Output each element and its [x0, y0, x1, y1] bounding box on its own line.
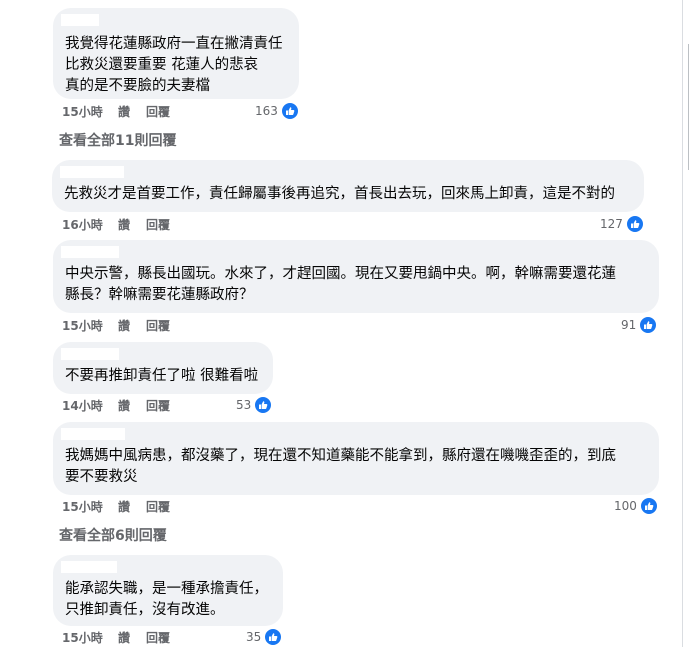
comment-text: 先救災才是首要工作，責任歸屬事後再追究，首長出去玩，回來馬上卸責，這是不對的: [64, 186, 615, 202]
timestamp[interactable]: 15小時: [62, 499, 103, 515]
timestamp[interactable]: 14小時: [62, 398, 103, 414]
timestamp[interactable]: 15小時: [62, 104, 103, 120]
like-thumb-icon: [625, 215, 644, 233]
comment-text: 不要再推卸責任了啦 很難看啦: [65, 368, 259, 384]
commenter-name-redacted[interactable]: [61, 428, 125, 440]
like-thumb-icon: [639, 316, 658, 334]
like-button[interactable]: 讚: [118, 630, 130, 646]
comment-actions: 15小時 讚 回覆: [62, 499, 302, 515]
comment-text: 能承認失職，是一種承擔責任， 只推卸責任，沒有改進。: [65, 581, 268, 618]
comment-bubble: 能承認失職，是一種承擔責任， 只推卸責任，沒有改進。: [53, 555, 283, 626]
like-thumb-icon: [280, 102, 299, 120]
commenter-name-redacted[interactable]: [61, 348, 119, 360]
comment-text: 我媽媽中風病患，都沒藥了，現在還不知道藥能不能拿到，縣府還在嘰嘰歪歪的，到底 要…: [65, 448, 616, 485]
reply-button[interactable]: 回覆: [146, 398, 170, 414]
reaction-count[interactable]: 91: [621, 316, 658, 334]
reaction-number: 100: [614, 499, 637, 513]
commenter-name-redacted[interactable]: [61, 246, 119, 258]
comment-text: 我覺得花蓮縣政府一直在撇清責任 比救災還要重要 花蓮人的悲哀 真的是不要臉的夫妻…: [65, 36, 283, 94]
reaction-number: 53: [236, 398, 252, 412]
reply-button[interactable]: 回覆: [146, 217, 170, 233]
reaction-number: 127: [600, 217, 623, 231]
reaction-count[interactable]: 163: [255, 102, 299, 120]
like-button[interactable]: 讚: [118, 499, 130, 515]
comment-bubble: 先救災才是首要工作，責任歸屬事後再追究，首長出去玩，回來馬上卸責，這是不對的: [52, 160, 644, 212]
reaction-count[interactable]: 127: [600, 215, 644, 233]
reaction-count[interactable]: 53: [236, 396, 273, 414]
reaction-number: 91: [621, 318, 637, 332]
timestamp[interactable]: 15小時: [62, 318, 103, 334]
comment-text: 中央示警，縣長出國玩。水來了，才趕回國。現在又要甩鍋中央。啊，幹嘛需要還花蓮 縣…: [65, 266, 616, 303]
like-thumb-icon: [254, 396, 273, 414]
like-button[interactable]: 讚: [118, 318, 130, 334]
comment-bubble: 我覺得花蓮縣政府一直在撇清責任 比救災還要重要 花蓮人的悲哀 真的是不要臉的夫妻…: [53, 8, 299, 99]
reply-button[interactable]: 回覆: [146, 630, 170, 646]
comment-bubble: 中央示警，縣長出國玩。水來了，才趕回國。現在又要甩鍋中央。啊，幹嘛需要還花蓮 縣…: [53, 240, 659, 313]
like-thumb-icon: [264, 628, 283, 646]
comment-actions: 16小時 讚 回覆: [62, 217, 302, 233]
like-button[interactable]: 讚: [118, 104, 130, 120]
reaction-count[interactable]: 100: [614, 497, 658, 515]
reaction-number: 163: [255, 104, 278, 118]
see-all-replies-link[interactable]: 查看全部6則回覆: [59, 525, 167, 545]
like-thumb-icon: [639, 497, 658, 515]
like-button[interactable]: 讚: [118, 217, 130, 233]
timestamp[interactable]: 16小時: [62, 217, 103, 233]
reaction-number: 35: [246, 630, 262, 644]
commenter-name-redacted[interactable]: [61, 561, 117, 573]
reply-button[interactable]: 回覆: [146, 499, 170, 515]
comment-bubble: 我媽媽中風病患，都沒藥了，現在還不知道藥能不能拿到，縣府還在嘰嘰歪歪的，到底 要…: [53, 422, 659, 495]
comment-actions: 15小時 讚 回覆: [62, 318, 302, 334]
commenter-name-redacted[interactable]: [60, 166, 124, 178]
commenter-name-redacted[interactable]: [61, 14, 99, 26]
reply-button[interactable]: 回覆: [146, 318, 170, 334]
reply-button[interactable]: 回覆: [146, 104, 170, 120]
reaction-count[interactable]: 35: [246, 628, 283, 646]
see-all-replies-link[interactable]: 查看全部11則回覆: [59, 130, 176, 150]
timestamp[interactable]: 15小時: [62, 630, 103, 646]
panel-border: [682, 0, 683, 647]
like-button[interactable]: 讚: [118, 398, 130, 414]
comment-bubble: 不要再推卸責任了啦 很難看啦: [53, 342, 273, 394]
